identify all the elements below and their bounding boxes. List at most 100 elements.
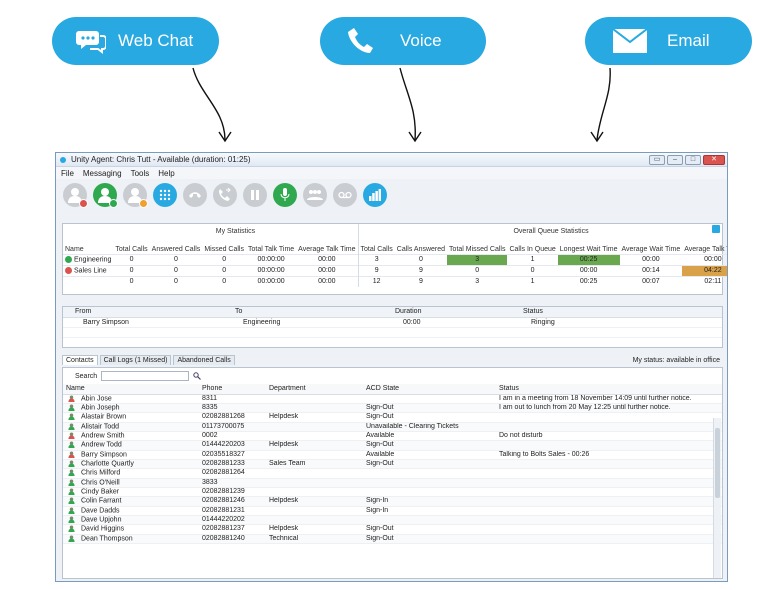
contact-department: Sales Team [266, 459, 363, 470]
contact-name: Andrew Todd [81, 441, 122, 449]
contact-row[interactable]: Andrew Todd 01444220203 Helpdesk Sign-Out [63, 440, 722, 451]
stat-total: 0 [202, 275, 246, 287]
contact-row[interactable]: Abin Joseph 8335 Sign-Out I am out to lunch… [63, 403, 722, 414]
contact-row[interactable]: Dean Thompson 02082881240 Technical Sign-Ou… [63, 534, 722, 545]
stat-total: 9 [394, 275, 448, 287]
tab-contacts[interactable]: Contacts [62, 355, 98, 365]
contact-status [496, 459, 722, 470]
hold-button[interactable] [243, 183, 267, 207]
stat-total: 12 [358, 275, 395, 287]
contacts-header-phone[interactable]: Phone [199, 384, 266, 395]
stat-cell: 0 [149, 264, 203, 276]
status-dnd-button[interactable] [63, 183, 88, 208]
mute-button[interactable] [273, 183, 297, 207]
status-away-button[interactable] [123, 183, 148, 208]
contacts-header-acd-state[interactable]: ACD State [363, 384, 496, 395]
maximize-button[interactable]: □ [685, 154, 701, 165]
stat-total: 02:11 [682, 275, 727, 287]
contacts-header-status[interactable]: Status [496, 384, 722, 395]
contact-name: Dave Dadds [81, 506, 120, 514]
contact-row[interactable]: Dave Dadds 02082881231 Sign-In [63, 506, 722, 516]
contact-acd-state: Available [363, 450, 496, 460]
voicemail-button[interactable] [333, 183, 357, 207]
search-icon[interactable] [193, 372, 202, 380]
dialpad-button[interactable] [153, 183, 177, 207]
contact-name: Chris O'Neill [81, 478, 120, 486]
contact-presence-icon [68, 469, 75, 477]
stat-header: Name [65, 245, 84, 253]
menu-tools[interactable]: Tools [131, 169, 150, 178]
contact-name: Cindy Baker [81, 488, 120, 496]
search-bar: Search [63, 368, 722, 384]
stat-total: 00:00 [296, 275, 359, 287]
contact-row[interactable]: Colin Farrant 02082881246 Helpdesk Sign-In [63, 496, 722, 507]
queue-on-icon [65, 255, 72, 263]
stat-cell: 00:00:00 [246, 264, 297, 276]
contacts-scrollbar[interactable] [713, 418, 721, 578]
contact-phone: 01444220203 [199, 440, 266, 451]
call-header-from: From [63, 307, 223, 318]
call-header-status: Status [511, 307, 722, 318]
contact-phone: 0002 [199, 431, 266, 442]
contact-acd-state: Sign-In [363, 496, 496, 507]
contact-presence-icon [68, 460, 75, 467]
menu-help[interactable]: Help [158, 169, 174, 178]
transfer-icon [219, 188, 231, 201]
contact-status [496, 534, 722, 545]
contact-row[interactable]: Barry Simpson 02035518327 Available Talking… [63, 450, 722, 460]
contact-phone: 02082881233 [199, 459, 266, 470]
contact-department: Helpdesk [266, 496, 363, 507]
contact-name: Barry Simpson [81, 450, 127, 458]
contact-status: Talking to Bolts Sales - 00:26 [496, 450, 722, 460]
contact-row[interactable]: David Higgins 02082881237 Helpdesk Sign-Out [63, 524, 722, 535]
status-available-button[interactable] [93, 183, 118, 208]
conference-button[interactable] [303, 183, 327, 207]
contacts-header-name[interactable]: Name [63, 384, 199, 395]
contact-department [266, 450, 363, 460]
restore-small-button[interactable]: ▭ [649, 154, 665, 165]
contact-row[interactable]: Abin Jose 8311 I am in a meeting from 18 N… [63, 394, 722, 404]
contact-acd-state [363, 394, 496, 404]
minimize-button[interactable]: – [667, 154, 683, 165]
contact-row[interactable]: Chris O'Neill 3833 [63, 478, 722, 488]
stat-header: Longest Wait Time [559, 245, 618, 253]
group-icon [307, 190, 323, 200]
search-input[interactable] [101, 371, 190, 381]
contact-row[interactable]: Alistair Todd 01173700075 Unavailable - Cl… [63, 422, 722, 432]
call-row[interactable]: Barry Simpson Engineering 00:00 Ringing [63, 317, 722, 328]
tab-abandoned-calls[interactable]: Abandoned Calls [173, 355, 235, 365]
stat-cell: 0 [507, 264, 558, 276]
close-button[interactable]: ✕ [703, 154, 725, 165]
contact-row[interactable]: Alastair Brown 02082881268 Helpdesk Sign-Ou… [63, 412, 722, 423]
stat-row-engineering[interactable]: Engineering 0 0 0 00:00:00 00:00 3 0 3 1… [63, 253, 727, 265]
unity-agent-window: Unity Agent: Chris Tutt - Available (dur… [55, 152, 728, 582]
contacts-header-department[interactable]: Department [266, 384, 363, 395]
contact-row[interactable]: Dave Upjohn 01444220202 [63, 515, 722, 526]
my-statistics-title: My Statistics [113, 224, 359, 238]
expand-icon[interactable] [712, 225, 720, 233]
contact-phone: 02082881246 [199, 496, 266, 507]
stat-row-totals: 0 0 0 00:00:00 00:00 12 9 3 1 00:25 00:0… [63, 275, 727, 287]
window-title: Unity Agent: Chris Tutt - Available (dur… [71, 155, 251, 164]
contact-name: Colin Farrant [81, 497, 122, 505]
stat-total: 0 [113, 275, 150, 287]
contact-row[interactable]: Chris Milford 02082881264 [63, 468, 722, 479]
contact-row[interactable]: Cindy Baker 02082881239 [63, 487, 722, 498]
tab-call-logs[interactable]: Call Logs (1 Missed) [99, 355, 172, 365]
transfer-button[interactable] [213, 183, 237, 207]
stat-total: 3 [447, 275, 508, 287]
contact-presence-icon [68, 441, 75, 449]
contact-acd-state: Sign-Out [363, 534, 496, 545]
contact-row[interactable]: Andrew Smith 0002 Available Do not disturb [63, 431, 722, 442]
menu-file[interactable]: File [61, 169, 74, 178]
contact-row[interactable]: Charlotte Quartly 02082881233 Sales Team Si… [63, 459, 722, 470]
stat-header: Calls Answered [396, 245, 446, 253]
stat-total: 00:25 [557, 275, 620, 287]
stat-row-sales-line[interactable]: Sales Line 0 0 0 00:00:00 00:00 9 9 0 0 … [63, 264, 727, 276]
scrollbar-thumb[interactable] [715, 428, 720, 498]
answer-button[interactable] [183, 183, 207, 207]
menu-messaging[interactable]: Messaging [83, 169, 122, 178]
stat-cell-alert: 04:22 [682, 264, 727, 276]
contact-phone: 01173700075 [199, 422, 266, 432]
statistics-button[interactable] [363, 183, 387, 207]
